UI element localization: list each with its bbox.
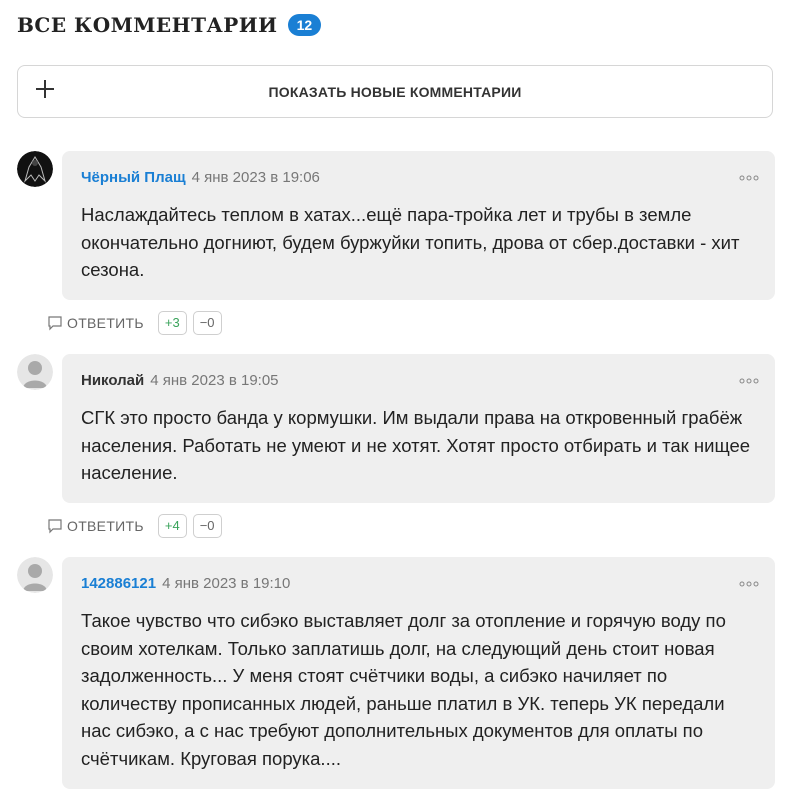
downvote-button[interactable]: −0: [192, 311, 222, 335]
comment-actions: ОТВЕТИТЬ +3 −0: [47, 311, 222, 335]
comment-time: 4 янв 2023 в 19:06: [191, 169, 320, 186]
upvote-button[interactable]: +3: [157, 311, 187, 335]
comment-time: 4 янв 2023 в 19:10: [162, 575, 291, 592]
reply-button[interactable]: ОТВЕТИТЬ: [47, 315, 144, 331]
default-user-avatar-icon: [17, 354, 53, 390]
show-new-comments-label: ПОКАЗАТЬ НОВЫЕ КОММЕНТАРИИ: [268, 83, 522, 100]
dark-figure-avatar-icon: [17, 151, 53, 187]
more-options-icon[interactable]: [739, 378, 759, 384]
comment-time: 4 янв 2023 в 19:05: [150, 372, 279, 389]
comment-text: СГК это просто банда у кормушки. Им выда…: [81, 407, 751, 483]
avatar[interactable]: [17, 354, 53, 390]
speech-bubble-icon: [48, 316, 62, 331]
avatar[interactable]: [17, 151, 53, 187]
more-options-icon[interactable]: [739, 581, 759, 587]
comment-author[interactable]: Чёрный Плащ: [81, 169, 186, 186]
comments-title: ВСЕ КОММЕНТАРИИ: [17, 13, 278, 37]
avatar[interactable]: [17, 557, 53, 593]
reply-label: ОТВЕТИТЬ: [67, 518, 144, 534]
reply-label: ОТВЕТИТЬ: [67, 315, 144, 331]
comment-bubble: Чёрный Плащ 4 янв 2023 в 19:06 Наслаждай…: [62, 151, 775, 300]
comment-bubble: 142886121 4 янв 2023 в 19:10 Такое чувст…: [62, 557, 775, 789]
speech-bubble-icon: [48, 519, 62, 534]
comment-author[interactable]: Николай: [81, 372, 144, 389]
default-user-avatar-icon: [17, 557, 53, 593]
reply-button[interactable]: ОТВЕТИТЬ: [47, 518, 144, 534]
comment-actions: ОТВЕТИТЬ +4 −0: [47, 514, 222, 538]
comment-author[interactable]: 142886121: [81, 575, 156, 592]
comment-bubble: Николай 4 янв 2023 в 19:05 СГК это прост…: [62, 354, 775, 503]
more-options-icon[interactable]: [739, 175, 759, 181]
downvote-button[interactable]: −0: [192, 514, 222, 538]
comment-text: Наслаждайтесь теплом в хатах...ещё пара-…: [81, 204, 740, 280]
plus-icon: [36, 80, 54, 98]
upvote-button[interactable]: +4: [157, 514, 187, 538]
comments-header: ВСЕ КОММЕНТАРИИ 12: [17, 10, 322, 40]
show-new-comments-button[interactable]: ПОКАЗАТЬ НОВЫЕ КОММЕНТАРИИ: [17, 65, 773, 118]
comment-text: Такое чувство что сибэко выставляет долг…: [81, 610, 726, 769]
comments-count-badge: 12: [287, 14, 322, 36]
comments-section: ВСЕ КОММЕНТАРИИ 12 ПОКАЗАТЬ НОВЫЕ КОММЕН…: [0, 0, 800, 802]
